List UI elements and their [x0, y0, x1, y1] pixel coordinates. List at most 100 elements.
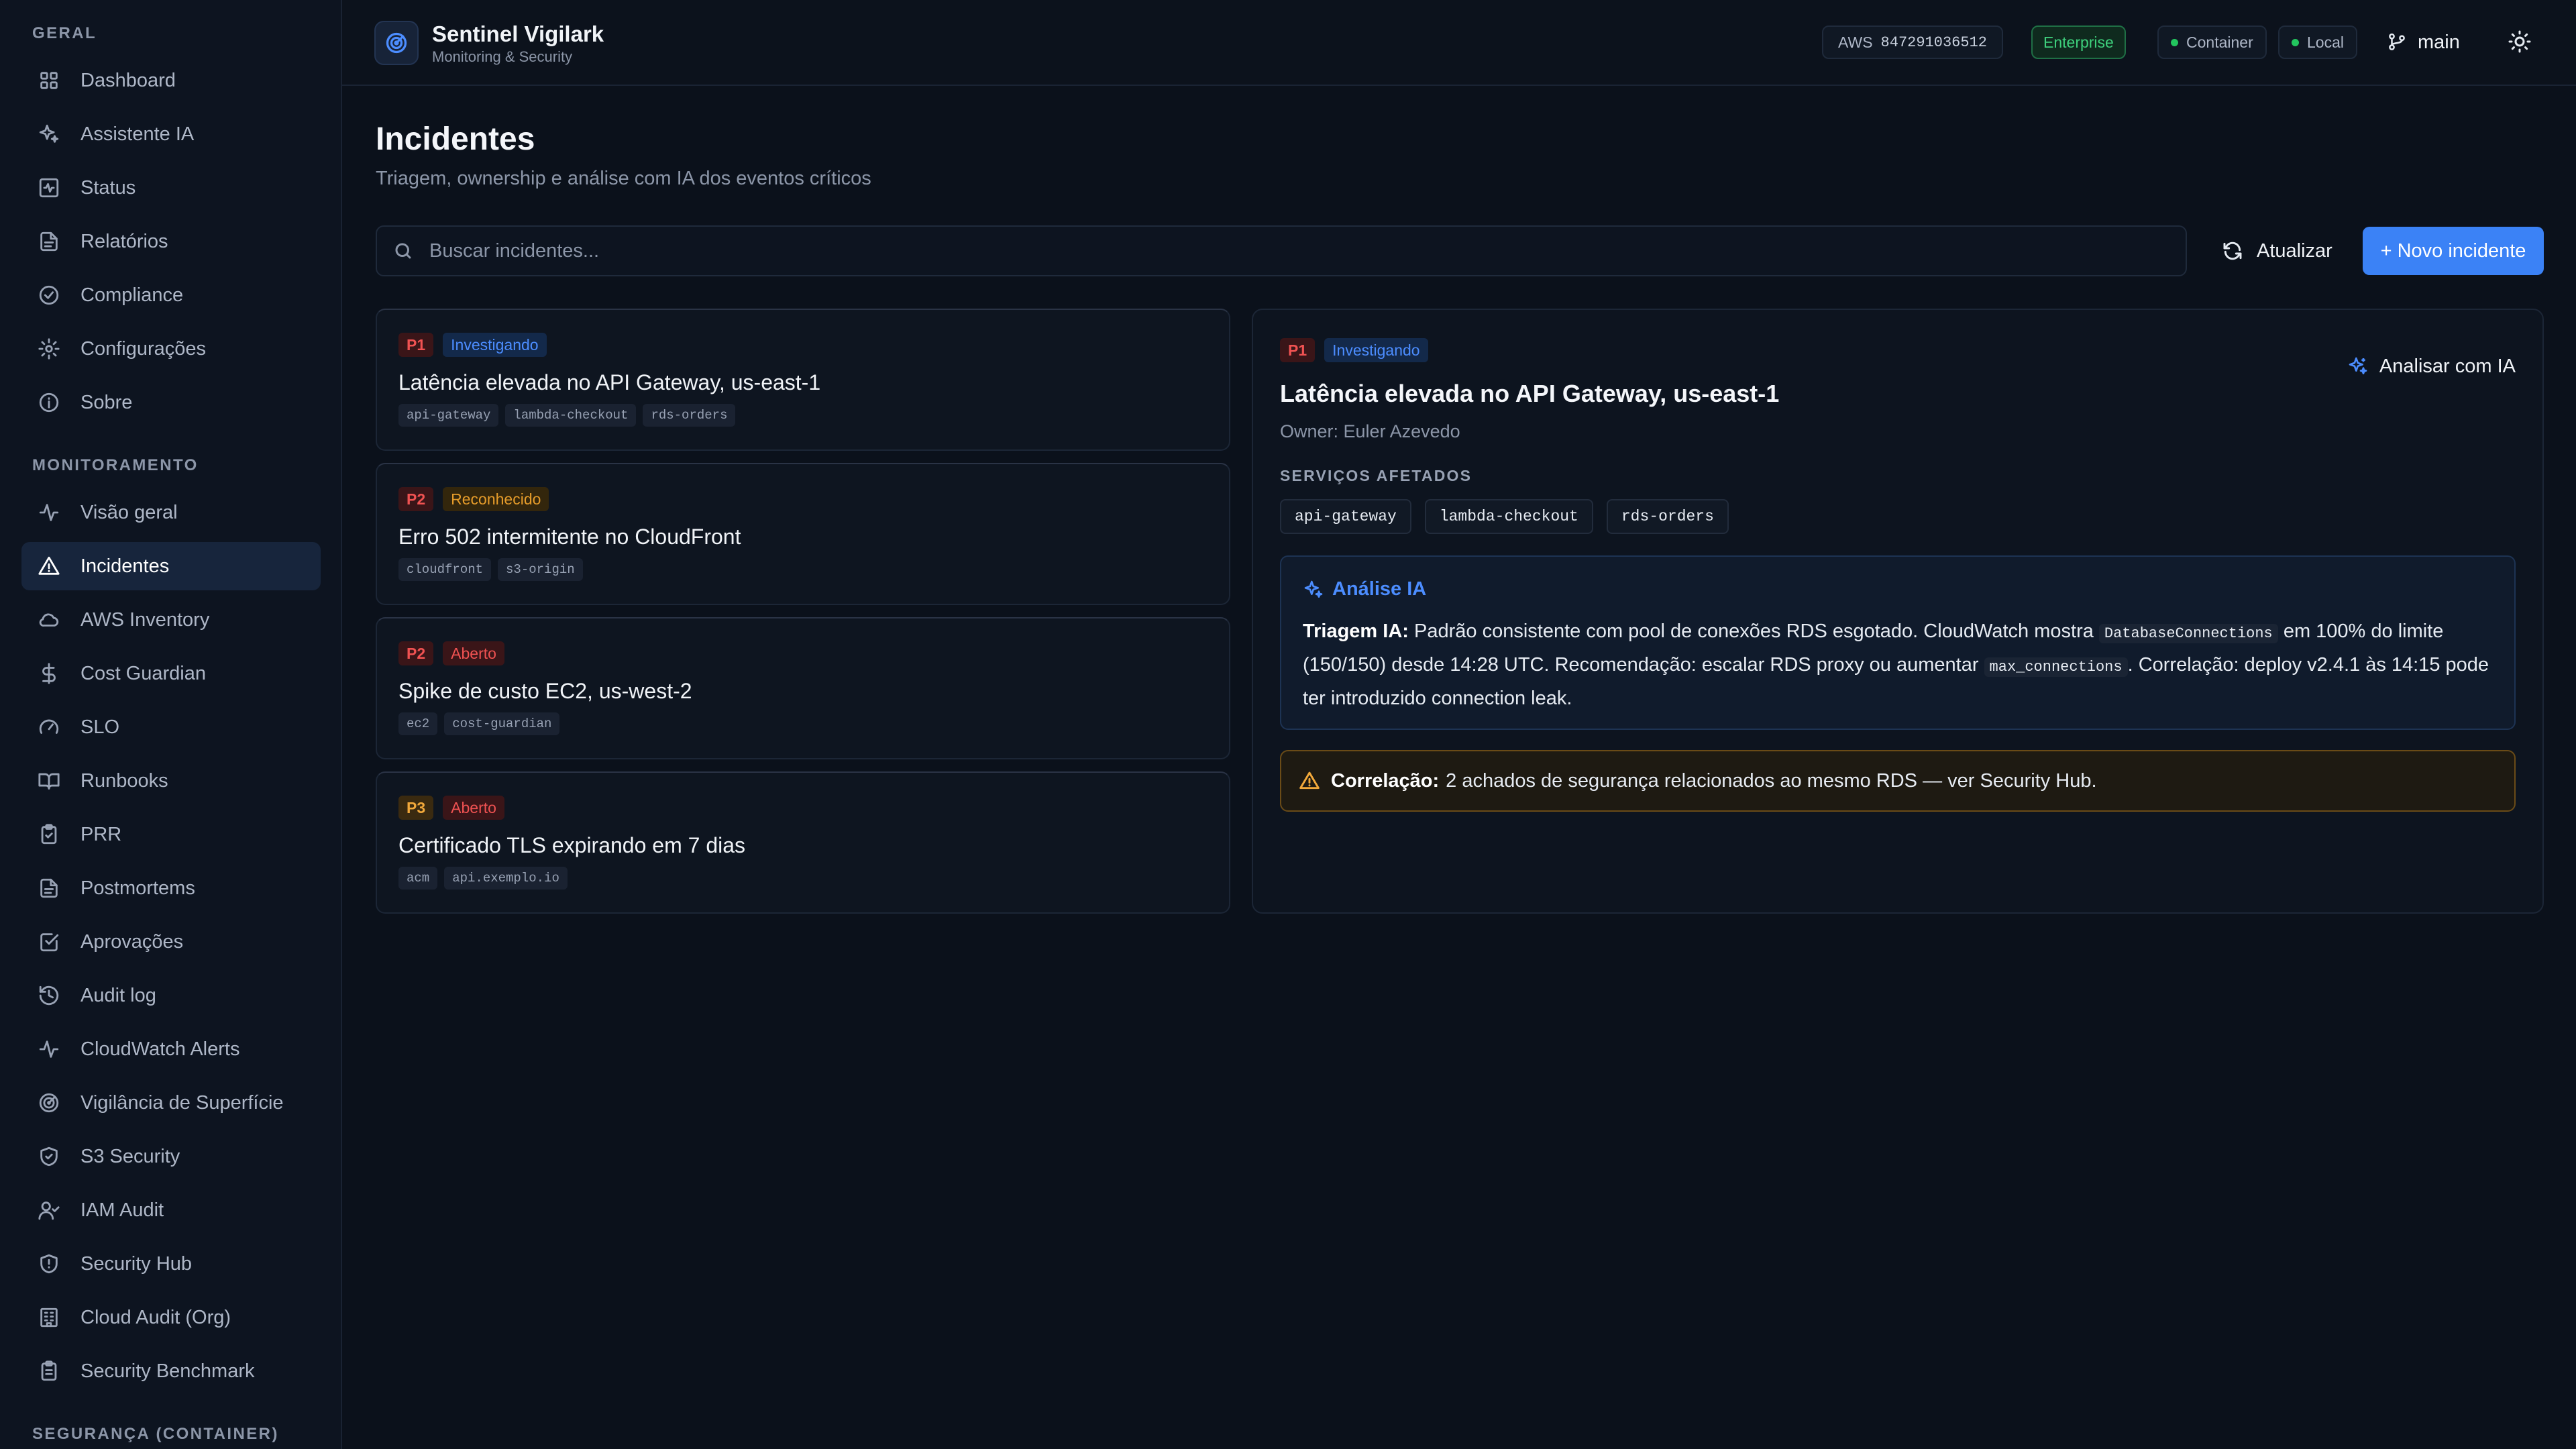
sparkles-icon [1304, 580, 1323, 598]
incident-tags: cloudfront s3-origin [398, 558, 590, 581]
sidebar-item-assistente-ia[interactable]: Assistente IA [21, 110, 321, 158]
status-badge: Aberto [443, 796, 504, 820]
sidebar-item-status[interactable]: Status [21, 164, 321, 212]
sidebar-item-configuracoes[interactable]: Configurações [21, 325, 321, 373]
sidebar-item-label: Audit log [80, 984, 156, 1006]
user-check-icon [38, 1199, 60, 1222]
sidebar-item-incidentes[interactable]: Incidentes [21, 542, 321, 590]
sidebar-item-runbooks[interactable]: Runbooks [21, 757, 321, 805]
env-container-pill[interactable]: Container [2157, 25, 2267, 59]
status-badge: Investigando [443, 333, 547, 357]
env-local-pill[interactable]: Local [2278, 25, 2357, 59]
service-tag: rds-orders [643, 404, 736, 427]
severity-badge: P1 [1280, 338, 1316, 362]
sidebar-item-cloudwatch-alerts[interactable]: CloudWatch Alerts [21, 1025, 321, 1073]
service-tag: cloudfront [398, 558, 492, 581]
incident-card[interactable]: P3 Aberto Certificado TLS expirando em 7 d… [376, 771, 1230, 914]
service-tag: api.exemplo.io [444, 867, 568, 890]
app-subtitle: Monitoring & Security [432, 48, 573, 65]
service-tag: s3-origin [498, 558, 583, 581]
file-text-icon [38, 877, 60, 900]
sidebar-item-compliance[interactable]: Compliance [21, 271, 321, 319]
check-square-icon [38, 930, 60, 953]
analyze-with-ai-button[interactable]: Analisar com IA [2347, 346, 2516, 386]
sidebar-item-cloud-audit-org[interactable]: Cloud Audit (Org) [21, 1293, 321, 1342]
service-chip[interactable]: rds-orders [1606, 499, 1729, 534]
incident-title: Erro 502 intermitente no CloudFront [398, 525, 741, 549]
sidebar-item-visao-geral[interactable]: Visão geral [21, 488, 321, 537]
incident-title: Certificado TLS expirando em 7 dias [398, 833, 746, 857]
service-tag: api-gateway [398, 404, 499, 427]
detail-title: Latência elevada no API Gateway, us-east… [1280, 380, 1780, 407]
sidebar-item-dashboard[interactable]: Dashboard [21, 56, 321, 105]
sidebar-item-label: SLO [80, 716, 120, 738]
sidebar-item-cost-guardian[interactable]: Cost Guardian [21, 649, 321, 698]
incident-card[interactable]: P1 Investigando Latência elevada no API Ga… [376, 309, 1230, 451]
new-incident-button[interactable]: + Novo incidente [2363, 227, 2544, 275]
sidebar-item-relatorios[interactable]: Relatórios [21, 217, 321, 266]
search-input[interactable] [429, 239, 2147, 262]
sidebar-item-aprovacoes[interactable]: Aprovações [21, 918, 321, 966]
affected-services-list: api-gateway lambda-checkout rds-orders [1280, 499, 1742, 534]
analyze-label: Analisar com IA [2379, 355, 2516, 377]
theme-toggle-button[interactable] [2508, 30, 2532, 54]
plan-badge: Enterprise [2031, 25, 2126, 59]
sidebar-item-label: AWS Inventory [80, 608, 210, 631]
service-tag: cost-guardian [444, 712, 560, 735]
aws-account-id: 847291036512 [1880, 34, 1987, 51]
clipboard-check-icon [38, 823, 60, 846]
sidebar-item-label: S3 Security [80, 1145, 180, 1167]
sidebar-section-title: SEGURANÇA (CONTAINER) [32, 1425, 279, 1443]
sidebar-item-aws-inventory[interactable]: AWS Inventory [21, 596, 321, 644]
cloud-icon [38, 608, 60, 631]
refresh-label: Atualizar [2257, 239, 2332, 262]
refresh-button[interactable]: Atualizar [2211, 228, 2343, 274]
sidebar-item-slo[interactable]: SLO [21, 703, 321, 751]
sidebar-item-prr[interactable]: PRR [21, 810, 321, 859]
search-field[interactable] [376, 225, 2187, 276]
sidebar-item-label: Postmortems [80, 877, 195, 899]
sidebar-item-vigilancia-de-superficie[interactable]: Vigilância de Superfície [21, 1079, 321, 1127]
sidebar-item-label: PRR [80, 823, 122, 845]
shield-alert-icon [38, 1252, 60, 1275]
alert-triangle-icon [38, 555, 60, 578]
incident-card[interactable]: P2 Aberto Spike de custo EC2, us-west-2 ec2… [376, 617, 1230, 759]
sidebar-section-title: MONITORAMENTO [32, 456, 199, 474]
incident-badges: P1 Investigando [398, 333, 556, 357]
incident-detail-panel: P1 Investigando Analisar com IA Latência… [1252, 309, 2544, 914]
sidebar-item-label: Security Hub [80, 1252, 193, 1275]
sidebar-item-security-hub[interactable]: Security Hub [21, 1240, 321, 1288]
sidebar-item-postmortems[interactable]: Postmortems [21, 864, 321, 912]
status-badge: Investigando [1324, 338, 1428, 362]
app-root: GERAL Dashboard Assistente IA Status Relatór… [0, 0, 2576, 1449]
incident-card[interactable]: P2 Reconhecido Erro 502 intermitente no Cl… [376, 463, 1230, 605]
incident-tags: acm api.exemplo.io [398, 867, 574, 890]
gauge-icon [38, 716, 60, 739]
aws-account-pill[interactable]: AWS 847291036512 [1822, 25, 2003, 59]
branch-label: main [2418, 31, 2460, 53]
sidebar-item-label: IAM Audit [80, 1199, 164, 1221]
sidebar-item-label: Security Benchmark [80, 1360, 255, 1382]
sidebar-item-sobre[interactable]: Sobre [21, 378, 321, 427]
detail-badges: P1 Investigando [1280, 338, 1438, 362]
sidebar-item-s3-security[interactable]: S3 Security [21, 1132, 321, 1181]
correlation-warning: Correlação: 2 achados de segurança relac… [1280, 750, 2516, 812]
ai-analysis-heading: Análise IA [1303, 578, 1426, 600]
sidebar-item-audit-log[interactable]: Audit log [21, 971, 321, 1020]
sidebar-item-iam-audit[interactable]: IAM Audit [21, 1186, 321, 1234]
service-chip[interactable]: api-gateway [1280, 499, 1411, 534]
ai-text-1: Padrão consistente com pool de conexões … [1408, 621, 2099, 642]
severity-badge: P2 [398, 641, 434, 665]
aws-label: AWS [1838, 33, 1873, 51]
sidebar-item-label: Compliance [80, 284, 184, 306]
service-tag: ec2 [398, 712, 438, 735]
sidebar-item-security-benchmark[interactable]: Security Benchmark [21, 1347, 321, 1395]
shield-check-icon [38, 1145, 60, 1168]
ai-analysis-box: Análise IA Triagem IA: Padrão consistent… [1280, 555, 2516, 730]
service-chip[interactable]: lambda-checkout [1424, 499, 1593, 534]
branch-selector[interactable]: main [2387, 25, 2460, 59]
brand-logo[interactable] [374, 21, 419, 65]
refresh-icon [2223, 241, 2242, 260]
top-bar: Sentinel Vigilark Monitoring & Security … [342, 0, 2576, 86]
sidebar-item-label: Visão geral [80, 501, 178, 523]
